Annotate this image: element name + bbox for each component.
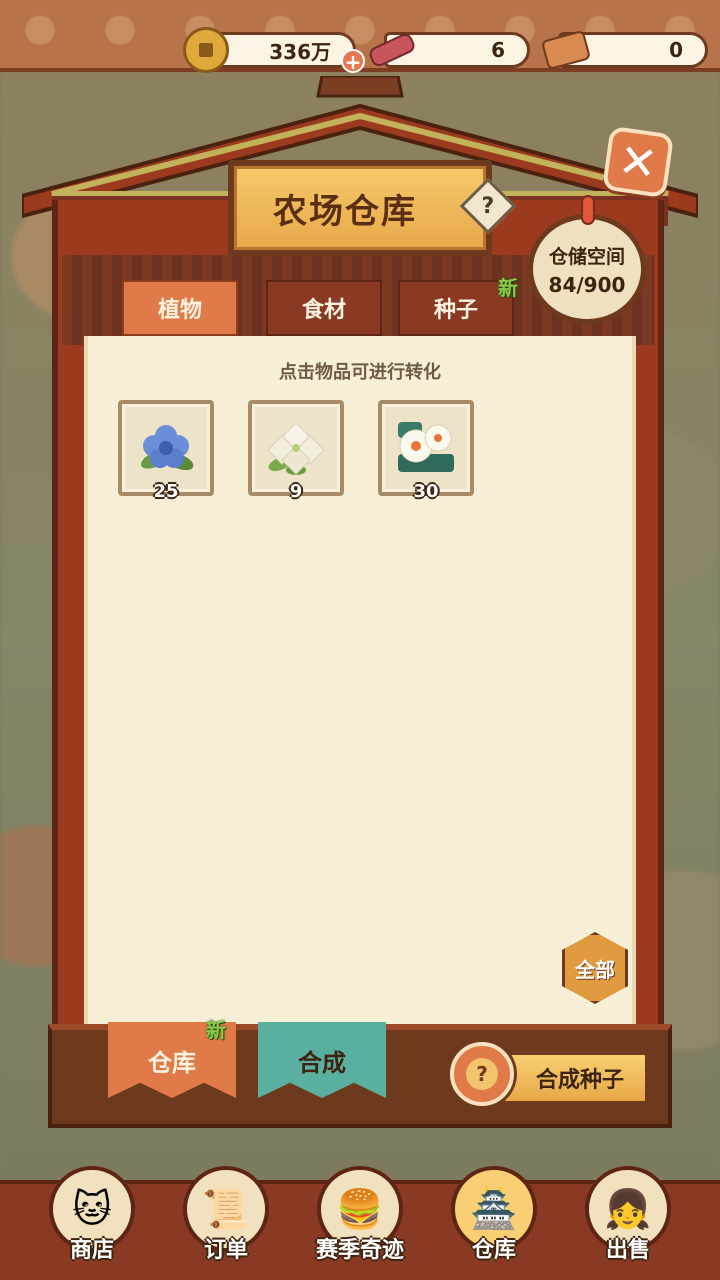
filter-all-label: 全部 — [575, 957, 615, 982]
item-quantity: 30 — [413, 481, 439, 502]
scroll-value: 0 — [669, 38, 683, 62]
nav-warehouse-label: 仓库 — [471, 1238, 516, 1263]
mode-synthesis-button[interactable]: 合成 — [258, 1022, 386, 1098]
warehouse-new-badge: 新 — [206, 1018, 226, 1042]
camellia-icon — [398, 422, 454, 472]
bone-counter: 6 — [384, 32, 530, 68]
mode-synthesis-label: 合成 — [298, 1048, 346, 1077]
nav-sell[interactable]: 👧 出售 — [578, 1166, 678, 1276]
nav-orders-label: 订单 — [203, 1238, 248, 1263]
help-icon: ? — [481, 193, 495, 219]
page-title: 农场仓库 — [234, 166, 486, 250]
seeds-new-badge: 新 — [498, 276, 518, 300]
bone-value: 6 — [491, 38, 505, 62]
item-slot[interactable]: 25 — [118, 400, 214, 502]
title-sign: 农场仓库 — [228, 160, 492, 256]
mode-warehouse-label: 仓库 — [148, 1048, 196, 1077]
nav-shop[interactable]: 🐱 商店 — [42, 1166, 142, 1276]
coin-value: 336万 — [269, 39, 331, 64]
blue-flower-icon — [140, 425, 194, 471]
storage-value: 84/900 — [548, 272, 626, 297]
coin-counter: 336万 + — [183, 27, 365, 73]
pin-icon — [581, 195, 595, 225]
close-button[interactable]: ✕ — [601, 125, 675, 199]
nav-orders[interactable]: 📜 订单 — [176, 1166, 276, 1276]
tab-plants-label: 植物 — [157, 298, 202, 323]
storage-capacity-badge: 仓储空间 84/900 — [528, 195, 646, 324]
tab-plants[interactable]: 植物 — [122, 280, 238, 336]
nav-warehouse[interactable]: 🏯 仓库 — [444, 1166, 544, 1276]
tab-seeds-label: 种子 — [433, 298, 478, 323]
nav-season-label: 赛季奇迹 — [315, 1238, 404, 1263]
tab-ingredients[interactable]: 食材 — [266, 280, 382, 336]
hint-text: 点击物品可进行转化 — [279, 362, 441, 383]
tab-seeds[interactable]: 种子 — [398, 280, 514, 336]
seed-synthesis-icon: ? — [450, 1042, 514, 1106]
close-icon: ✕ — [615, 132, 661, 192]
item-grid: 25 9 30 — [118, 400, 474, 502]
bone-icon — [369, 27, 415, 73]
item-slot[interactable]: 30 — [378, 400, 474, 502]
storage-label: 仓储空间 — [548, 245, 625, 268]
item-quantity: 25 — [153, 481, 179, 502]
tab-ingredients-label: 食材 — [301, 298, 346, 323]
add-coins-button[interactable]: + — [341, 49, 365, 73]
item-slot[interactable]: 9 — [248, 400, 344, 502]
nav-shop-label: 商店 — [69, 1238, 114, 1263]
synthesize-seeds-label: 合成种子 — [535, 1068, 624, 1093]
scroll-icon — [543, 27, 589, 73]
coin-icon — [183, 27, 229, 73]
nav-season-wonders[interactable]: 🍔 赛季奇迹 — [310, 1166, 410, 1276]
scroll-counter: 0 — [558, 32, 708, 68]
item-list-panel: 点击物品可进行转化 25 9 30 — [84, 336, 636, 1036]
synthesize-seeds-button[interactable]: 合成种子 — [502, 1052, 648, 1104]
item-quantity: 9 — [289, 481, 303, 502]
nav-sell-label: 出售 — [605, 1238, 650, 1263]
white-flower-icon — [267, 422, 325, 475]
